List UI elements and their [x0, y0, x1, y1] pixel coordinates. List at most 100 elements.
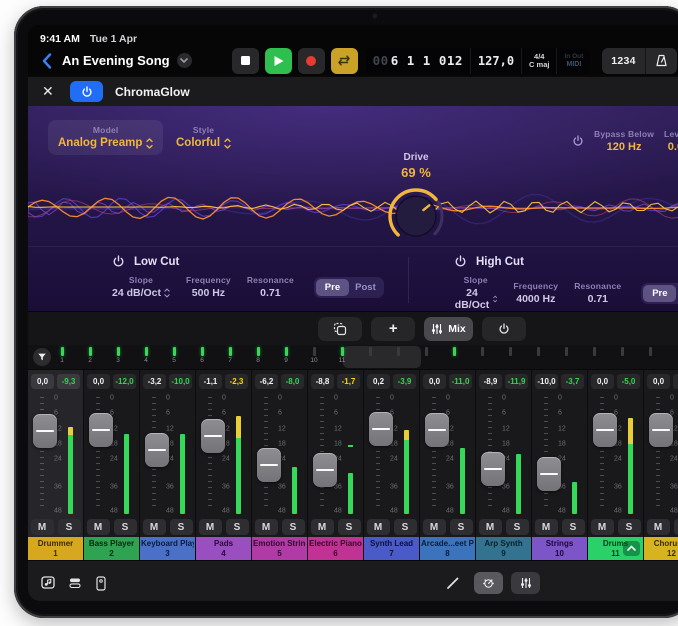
solo-button[interactable]: S — [562, 519, 585, 535]
volume-readout[interactable]: -1,1 — [199, 374, 222, 389]
solo-button[interactable]: S — [450, 519, 473, 535]
track-label[interactable]: Pads4 — [196, 537, 251, 560]
overview-slot[interactable]: 4 — [136, 347, 156, 364]
bypass-power-toggle[interactable] — [572, 135, 584, 147]
peak-readout[interactable]: -8,0 — [281, 374, 304, 389]
high-cut-frequency[interactable]: Frequency 4000 Hz — [513, 281, 558, 305]
track-label[interactable]: Electric Piano6 — [308, 537, 363, 560]
low-cut-resonance[interactable]: Resonance 0.71 — [247, 275, 294, 299]
peak-readout[interactable]: -11,9 — [505, 374, 528, 389]
filter-tracks-button[interactable] — [33, 348, 51, 366]
overview-slot[interactable]: 10 — [304, 347, 324, 364]
overview-slot[interactable]: 2 — [80, 347, 100, 364]
overview-slot[interactable] — [388, 347, 408, 357]
volume-readout[interactable]: -3,2 — [143, 374, 166, 389]
volume-readout[interactable]: 0,0 — [423, 374, 446, 389]
song-title[interactable]: An Evening Song — [62, 53, 170, 68]
volume-fader-handle[interactable] — [257, 448, 281, 482]
overview-slot[interactable]: 1 — [52, 347, 72, 364]
level-control[interactable]: Level 0.0 — [664, 129, 678, 153]
volume-fader-handle[interactable] — [313, 453, 337, 487]
track-label[interactable]: Strings10 — [532, 537, 587, 560]
bypass-below-control[interactable]: Bypass Below 120 Hz — [594, 129, 654, 153]
lcd-display[interactable]: 00 6 1 1 012 127,0 4/4C maj In OutMIDI — [366, 48, 591, 74]
back-button[interactable] — [38, 50, 56, 72]
track-label[interactable]: Emotion Strings5 — [252, 537, 307, 560]
low-cut-frequency[interactable]: Frequency 500 Hz — [186, 275, 231, 299]
low-cut-power-toggle[interactable] — [112, 255, 125, 268]
overview-slot[interactable] — [472, 347, 492, 357]
peak-readout[interactable]: -9,3 — [57, 374, 80, 389]
solo-button[interactable]: S — [506, 519, 529, 535]
overview-slot[interactable] — [556, 347, 576, 357]
solo-button[interactable]: S — [282, 519, 305, 535]
solo-button[interactable]: S — [58, 519, 81, 535]
volume-fader-handle[interactable] — [33, 414, 57, 448]
peak-readout[interactable]: -1,7 — [337, 374, 360, 389]
overview-slot[interactable] — [416, 347, 436, 357]
model-selector[interactable]: Model Analog Preamp — [48, 120, 163, 155]
volume-fader-handle[interactable] — [537, 457, 561, 491]
loops-browser-button[interactable] — [36, 571, 62, 595]
solo-button[interactable]: S — [674, 519, 678, 535]
volume-readout[interactable]: 0,2 — [367, 374, 390, 389]
overview-slot[interactable] — [584, 347, 604, 357]
peak-readout[interactable]: -2,3 — [225, 374, 248, 389]
track-label[interactable]: Synth Lead7 — [364, 537, 419, 560]
overview-slot[interactable]: 11 — [332, 347, 352, 364]
volume-fader-handle[interactable] — [145, 433, 169, 467]
volume-readout[interactable]: -10,0 — [535, 374, 558, 389]
volume-fader-handle[interactable] — [89, 413, 113, 447]
volume-fader-handle[interactable] — [369, 412, 393, 446]
volume-readout[interactable]: 0,0 — [591, 374, 614, 389]
overview-slot[interactable]: 7 — [220, 347, 240, 364]
low-cut-slope[interactable]: Slope 24 dB/Oct — [112, 275, 170, 299]
mixer-power-button[interactable] — [482, 317, 526, 341]
duplicate-button[interactable] — [318, 317, 362, 341]
plugin-power-toggle[interactable] — [70, 81, 103, 102]
overview-slot[interactable] — [528, 347, 548, 357]
solo-button[interactable]: S — [618, 519, 641, 535]
track-label[interactable]: Chorus V12 — [644, 537, 678, 560]
volume-readout[interactable]: -8,9 — [479, 374, 502, 389]
volume-readout[interactable]: 0,0 — [87, 374, 110, 389]
mute-button[interactable]: M — [255, 519, 278, 535]
mixer-overview-strip[interactable]: 1234567891011 — [28, 345, 678, 370]
controls-view-button[interactable] — [474, 572, 503, 594]
song-menu-button[interactable] — [177, 53, 192, 68]
plugin-strip-button[interactable] — [88, 571, 114, 595]
mix-view-button[interactable]: Mix — [424, 317, 473, 341]
overview-slot[interactable]: 6 — [192, 347, 212, 364]
library-button[interactable] — [62, 571, 88, 595]
record-button[interactable] — [298, 48, 325, 74]
expand-track-button[interactable] — [623, 541, 640, 556]
track-label[interactable]: Bass Player2 — [84, 537, 139, 560]
overview-slot[interactable]: 9 — [276, 347, 296, 364]
add-track-button[interactable]: + — [371, 317, 415, 341]
close-plugin-button[interactable]: ✕ — [42, 83, 60, 100]
mute-button[interactable]: M — [479, 519, 502, 535]
overview-slot[interactable] — [640, 347, 660, 357]
volume-readout[interactable]: 0,0 — [31, 374, 54, 389]
solo-button[interactable]: S — [114, 519, 137, 535]
volume-readout[interactable]: -8,8 — [311, 374, 334, 389]
overview-slot[interactable] — [612, 347, 632, 357]
mute-button[interactable]: M — [423, 519, 446, 535]
overview-slot[interactable]: 8 — [248, 347, 268, 364]
high-cut-resonance[interactable]: Resonance 0.71 — [574, 281, 621, 305]
mute-button[interactable]: M — [143, 519, 166, 535]
volume-fader-handle[interactable] — [201, 419, 225, 453]
overview-slot[interactable] — [500, 347, 520, 357]
track-label[interactable]: Drummer1 — [28, 537, 83, 560]
overview-slot[interactable]: 5 — [164, 347, 184, 364]
faders-view-button[interactable] — [511, 572, 540, 594]
mute-button[interactable]: M — [199, 519, 222, 535]
track-label[interactable]: Keyboard Player3 — [140, 537, 195, 560]
peak-readout[interactable]: -11,0 — [449, 374, 472, 389]
high-cut-slope[interactable]: Slope 24 dB/Oct — [454, 275, 497, 311]
mute-button[interactable]: M — [367, 519, 390, 535]
volume-readout[interactable]: -6,2 — [255, 374, 278, 389]
metronome-button[interactable] — [645, 48, 677, 74]
mute-button[interactable]: M — [647, 519, 670, 535]
stop-button[interactable] — [232, 48, 259, 74]
